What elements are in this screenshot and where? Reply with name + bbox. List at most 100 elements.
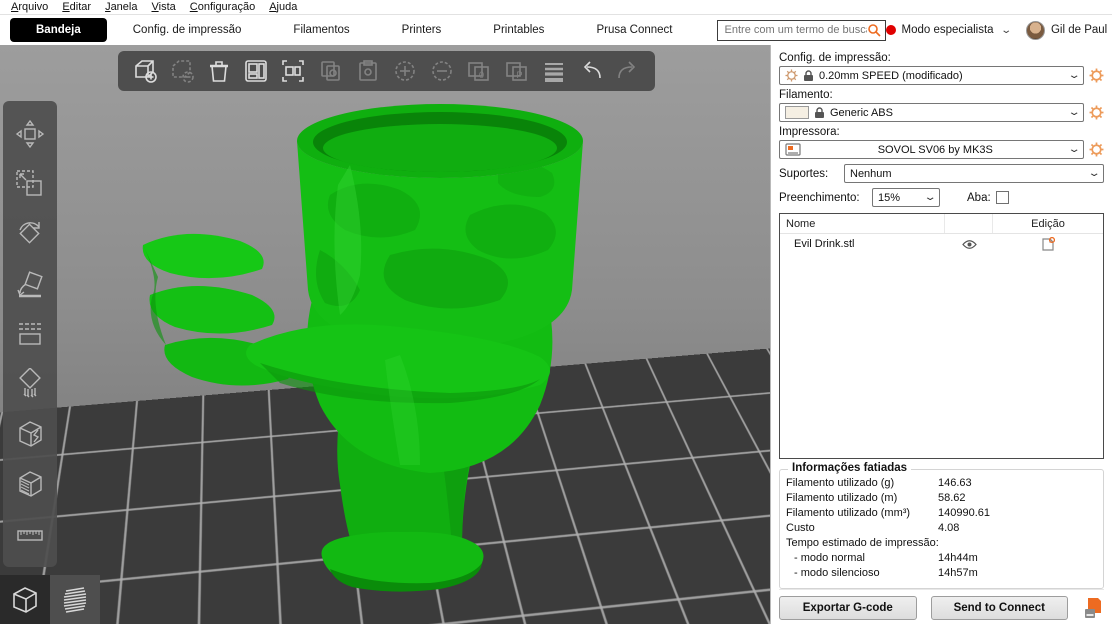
lock-icon — [814, 107, 825, 119]
si-stealth-value: 14h57m — [938, 567, 1097, 579]
paste-icon — [353, 56, 383, 86]
tab-filamentos[interactable]: Filamentos — [267, 18, 375, 42]
mode-selector[interactable]: Modo especialista — [902, 24, 994, 36]
si-filament-mm3-value: 140990.61 — [938, 507, 1097, 519]
menu-editar[interactable]: Editar — [55, 0, 98, 14]
sliced-info-box: Informações fatiadas Filamento utilizado… — [779, 469, 1104, 589]
si-normal-label: - modo normal — [786, 552, 938, 564]
chevron-down-icon: ⌄ — [1087, 168, 1100, 179]
tab-config-impressao[interactable]: Config. de impressão — [107, 18, 268, 42]
si-filament-g-value: 146.63 — [938, 477, 1097, 489]
object-list-header: Nome Edição — [780, 214, 1103, 234]
printer-value: SOVOL SV06 by MK3S — [806, 144, 1065, 156]
tab-bandeja[interactable]: Bandeja — [10, 18, 107, 42]
cut-icon[interactable] — [13, 317, 47, 351]
object-row-evil-drink[interactable]: Evil Drink.stl — [780, 234, 1103, 254]
menu-arquivo[interactable]: Arquivo — [4, 0, 55, 14]
si-filament-g-label: Filamento utilizado (g) — [786, 477, 938, 489]
search-input[interactable] — [725, 24, 867, 36]
measure-icon[interactable] — [13, 517, 47, 551]
right-panel: Config. de impressão: 0.20mm SPEED (modi… — [770, 45, 1112, 624]
undo-icon[interactable] — [576, 56, 606, 86]
top-toolbar: 0 P — [118, 51, 655, 91]
infill-value: 15% — [878, 192, 921, 204]
export-to-sd-button[interactable] — [1082, 596, 1104, 620]
chevron-down-icon: ⌄ — [1067, 144, 1080, 155]
user-menu[interactable]: Gil de Paul — [1051, 24, 1107, 36]
lock-icon — [803, 70, 814, 82]
scale-icon[interactable] — [13, 167, 47, 201]
send-to-connect-button[interactable]: Send to Connect — [931, 596, 1069, 620]
print-settings-combo[interactable]: 0.20mm SPEED (modificado) ⌄ — [779, 66, 1084, 85]
remove-instance-icon — [427, 56, 457, 86]
si-time-title: Tempo estimado de impressão: — [786, 537, 939, 549]
tab-printables[interactable]: Printables — [467, 18, 570, 42]
view-switch — [0, 575, 100, 624]
search-icon[interactable] — [867, 23, 881, 37]
avatar[interactable] — [1026, 21, 1045, 40]
filament-gear-button[interactable] — [1088, 105, 1104, 121]
print-settings-gear-button[interactable] — [1088, 68, 1104, 84]
chevron-down-icon: ⌄ — [1067, 107, 1080, 118]
column-edicao: Edição — [993, 214, 1103, 233]
rotate-icon[interactable] — [13, 217, 47, 251]
paint-supports-icon[interactable] — [13, 367, 47, 401]
printer-combo[interactable]: SOVOL SV06 by MK3S ⌄ — [779, 140, 1084, 159]
variable-layer-height-icon[interactable] — [539, 56, 569, 86]
printer-gear-button[interactable] — [1088, 142, 1104, 158]
object-name[interactable]: Evil Drink.stl — [780, 234, 945, 254]
split-to-parts-icon: P — [502, 56, 532, 86]
brim-checkbox[interactable] — [996, 191, 1009, 204]
delete-all-icon[interactable] — [204, 56, 234, 86]
sliced-info-title: Informações fatiadas — [788, 462, 911, 474]
supports-value: Nenhum — [850, 168, 1085, 180]
3d-editor-view-button[interactable] — [0, 575, 50, 624]
place-on-face-icon[interactable] — [13, 267, 47, 301]
tab-printers[interactable]: Printers — [376, 18, 468, 42]
search-box[interactable] — [717, 20, 886, 41]
infill-combo[interactable]: 15% ⌄ — [872, 188, 940, 207]
copy-icon — [316, 56, 346, 86]
seam-painting-icon[interactable] — [13, 417, 47, 451]
si-filament-m-value: 58.62 — [938, 492, 1097, 504]
move-icon[interactable] — [13, 117, 47, 151]
preview-view-button[interactable] — [50, 575, 100, 624]
tab-prusa-connect[interactable]: Prusa Connect — [570, 18, 698, 42]
viewport-3d[interactable]: 0 P — [0, 45, 770, 624]
menu-configuracao[interactable]: Configuração — [183, 0, 262, 14]
filament-combo[interactable]: Generic ABS ⌄ — [779, 103, 1084, 122]
printer-icon — [785, 143, 801, 156]
svg-text:0: 0 — [479, 70, 484, 80]
arrange-icon[interactable] — [241, 56, 271, 86]
si-cost-value: 4.08 — [938, 522, 1097, 534]
export-gcode-button[interactable]: Exportar G-code — [779, 596, 917, 620]
object-list: Nome Edição Evil Drink.stl — [779, 213, 1104, 459]
column-visibility — [945, 214, 993, 233]
model-evil-drink[interactable] — [0, 45, 770, 624]
chevron-down-icon: ⌄ — [1067, 70, 1080, 81]
filament-value: Generic ABS — [830, 107, 1065, 119]
chevron-down-icon: ⌄ — [923, 192, 936, 203]
left-toolbar — [3, 101, 57, 567]
si-filament-mm3-label: Filamento utilizado (mm³) — [786, 507, 938, 519]
chevron-down-icon[interactable]: ⌄ — [1000, 25, 1012, 36]
printer-label: Impressora: — [779, 126, 1104, 138]
menu-vista[interactable]: Vista — [144, 0, 182, 14]
menu-ajuda[interactable]: Ajuda — [262, 0, 304, 14]
si-filament-m-label: Filamento utilizado (m) — [786, 492, 938, 504]
brim-label: Aba: — [967, 192, 991, 204]
multimaterial-painting-icon[interactable] — [13, 467, 47, 501]
eye-icon[interactable] — [945, 234, 993, 254]
filament-color-swatch — [785, 106, 809, 119]
supports-combo[interactable]: Nenhum ⌄ — [844, 164, 1104, 183]
preset-gear-icon — [785, 69, 798, 82]
filament-label: Filamento: — [779, 89, 1104, 101]
edit-icon[interactable] — [993, 234, 1103, 254]
print-settings-value: 0.20mm SPEED (modificado) — [819, 70, 1065, 82]
si-cost-label: Custo — [786, 522, 938, 534]
infill-label: Preenchimento: — [779, 192, 867, 204]
add-object-icon[interactable] — [130, 56, 160, 86]
arrange-selection-icon[interactable] — [278, 56, 308, 86]
svg-text:P: P — [516, 70, 522, 80]
menu-janela[interactable]: Janela — [98, 0, 144, 14]
